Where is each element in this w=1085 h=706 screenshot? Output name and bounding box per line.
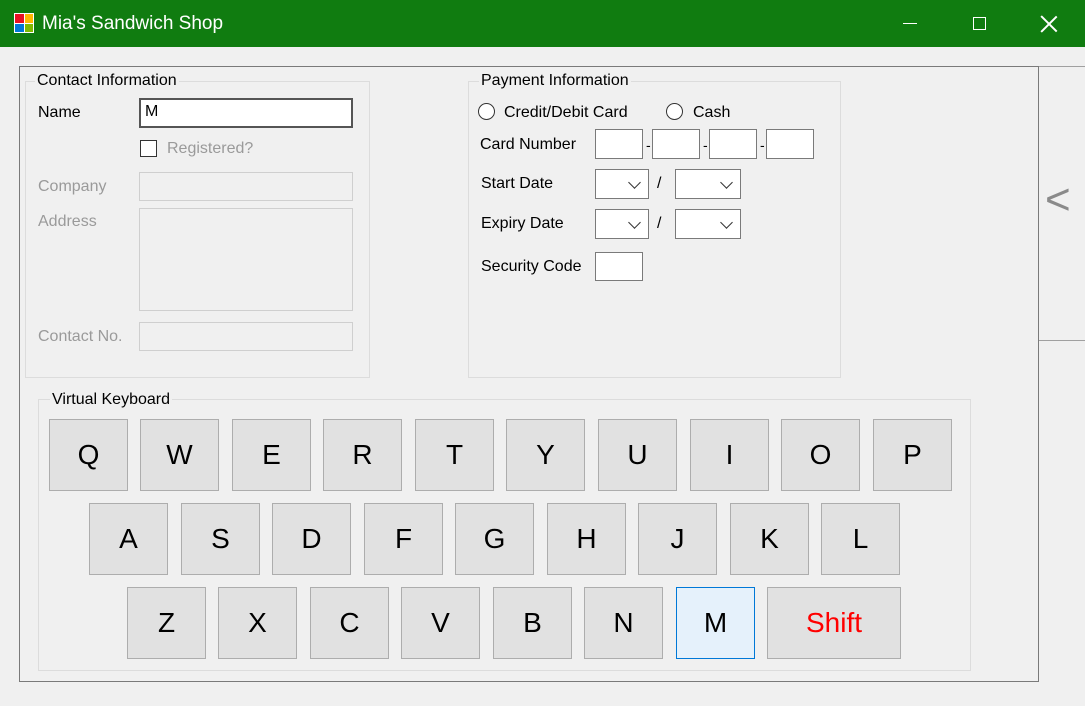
payment-info-title: Payment Information	[479, 72, 631, 90]
registered-checkbox[interactable]	[140, 140, 157, 157]
credit-card-radio[interactable]	[478, 103, 495, 120]
address-field[interactable]	[139, 208, 353, 311]
key-k[interactable]: K	[730, 503, 809, 575]
address-label: Address	[38, 213, 97, 230]
name-field[interactable]: M	[139, 98, 353, 128]
start-date-label: Start Date	[481, 175, 554, 192]
key-r[interactable]: R	[323, 419, 402, 491]
chevron-left-icon[interactable]: <	[1045, 178, 1071, 222]
credit-card-label: Credit/Debit Card	[504, 104, 628, 121]
window-title: Mia's Sandwich Shop	[42, 13, 224, 34]
expiry-month-select[interactable]	[595, 209, 649, 239]
key-y[interactable]: Y	[506, 419, 585, 491]
card-separator: -	[703, 137, 708, 153]
key-f[interactable]: F	[364, 503, 443, 575]
maximize-button[interactable]	[944, 0, 1014, 47]
key-d[interactable]: D	[272, 503, 351, 575]
key-a[interactable]: A	[89, 503, 168, 575]
chevron-down-icon	[628, 216, 641, 229]
minimize-icon	[903, 23, 917, 24]
key-o[interactable]: O	[781, 419, 860, 491]
contact-info-title: Contact Information	[35, 72, 179, 90]
key-m[interactable]: M	[676, 587, 755, 659]
expiry-date-label: Expiry Date	[481, 215, 564, 232]
key-w[interactable]: W	[140, 419, 219, 491]
start-year-select[interactable]	[675, 169, 741, 199]
company-label: Company	[38, 178, 107, 195]
app-icon	[14, 13, 34, 33]
key-p[interactable]: P	[873, 419, 952, 491]
chevron-down-icon	[628, 176, 641, 189]
key-u[interactable]: U	[598, 419, 677, 491]
key-l[interactable]: L	[821, 503, 900, 575]
key-b[interactable]: B	[493, 587, 572, 659]
close-icon	[1040, 15, 1058, 33]
key-j[interactable]: J	[638, 503, 717, 575]
cash-radio[interactable]	[666, 103, 683, 120]
date-separator: /	[657, 175, 662, 192]
contact-no-label: Contact No.	[38, 328, 123, 345]
title-bar: Mia's Sandwich Shop	[0, 0, 1085, 47]
contact-no-field[interactable]	[139, 322, 353, 351]
security-code-field[interactable]	[595, 252, 643, 281]
chevron-down-icon	[720, 216, 733, 229]
chevron-down-icon	[720, 176, 733, 189]
expiry-year-select[interactable]	[675, 209, 741, 239]
card-number-field-3[interactable]	[709, 129, 757, 159]
key-v[interactable]: V	[401, 587, 480, 659]
date-separator: /	[657, 215, 662, 232]
card-number-field-1[interactable]	[595, 129, 643, 159]
key-n[interactable]: N	[584, 587, 663, 659]
card-number-field-4[interactable]	[766, 129, 814, 159]
key-t[interactable]: T	[415, 419, 494, 491]
start-month-select[interactable]	[595, 169, 649, 199]
key-e[interactable]: E	[232, 419, 311, 491]
key-h[interactable]: H	[547, 503, 626, 575]
card-separator: -	[646, 137, 651, 153]
key-s[interactable]: S	[181, 503, 260, 575]
close-button[interactable]	[1014, 0, 1084, 47]
key-z[interactable]: Z	[127, 587, 206, 659]
registered-label: Registered?	[167, 140, 254, 157]
shift-key[interactable]: Shift	[767, 587, 901, 659]
minimize-button[interactable]	[875, 0, 945, 47]
company-field[interactable]	[139, 172, 353, 201]
key-x[interactable]: X	[218, 587, 297, 659]
key-q[interactable]: Q	[49, 419, 128, 491]
maximize-icon	[972, 17, 986, 30]
security-code-label: Security Code	[481, 258, 582, 275]
key-i[interactable]: I	[690, 419, 769, 491]
key-c[interactable]: C	[310, 587, 389, 659]
card-number-label: Card Number	[480, 136, 577, 153]
card-number-field-2[interactable]	[652, 129, 700, 159]
key-g[interactable]: G	[455, 503, 534, 575]
cash-label: Cash	[693, 104, 731, 121]
virtual-keyboard-title: Virtual Keyboard	[50, 391, 172, 409]
card-separator: -	[760, 137, 765, 153]
name-label: Name	[38, 104, 81, 121]
